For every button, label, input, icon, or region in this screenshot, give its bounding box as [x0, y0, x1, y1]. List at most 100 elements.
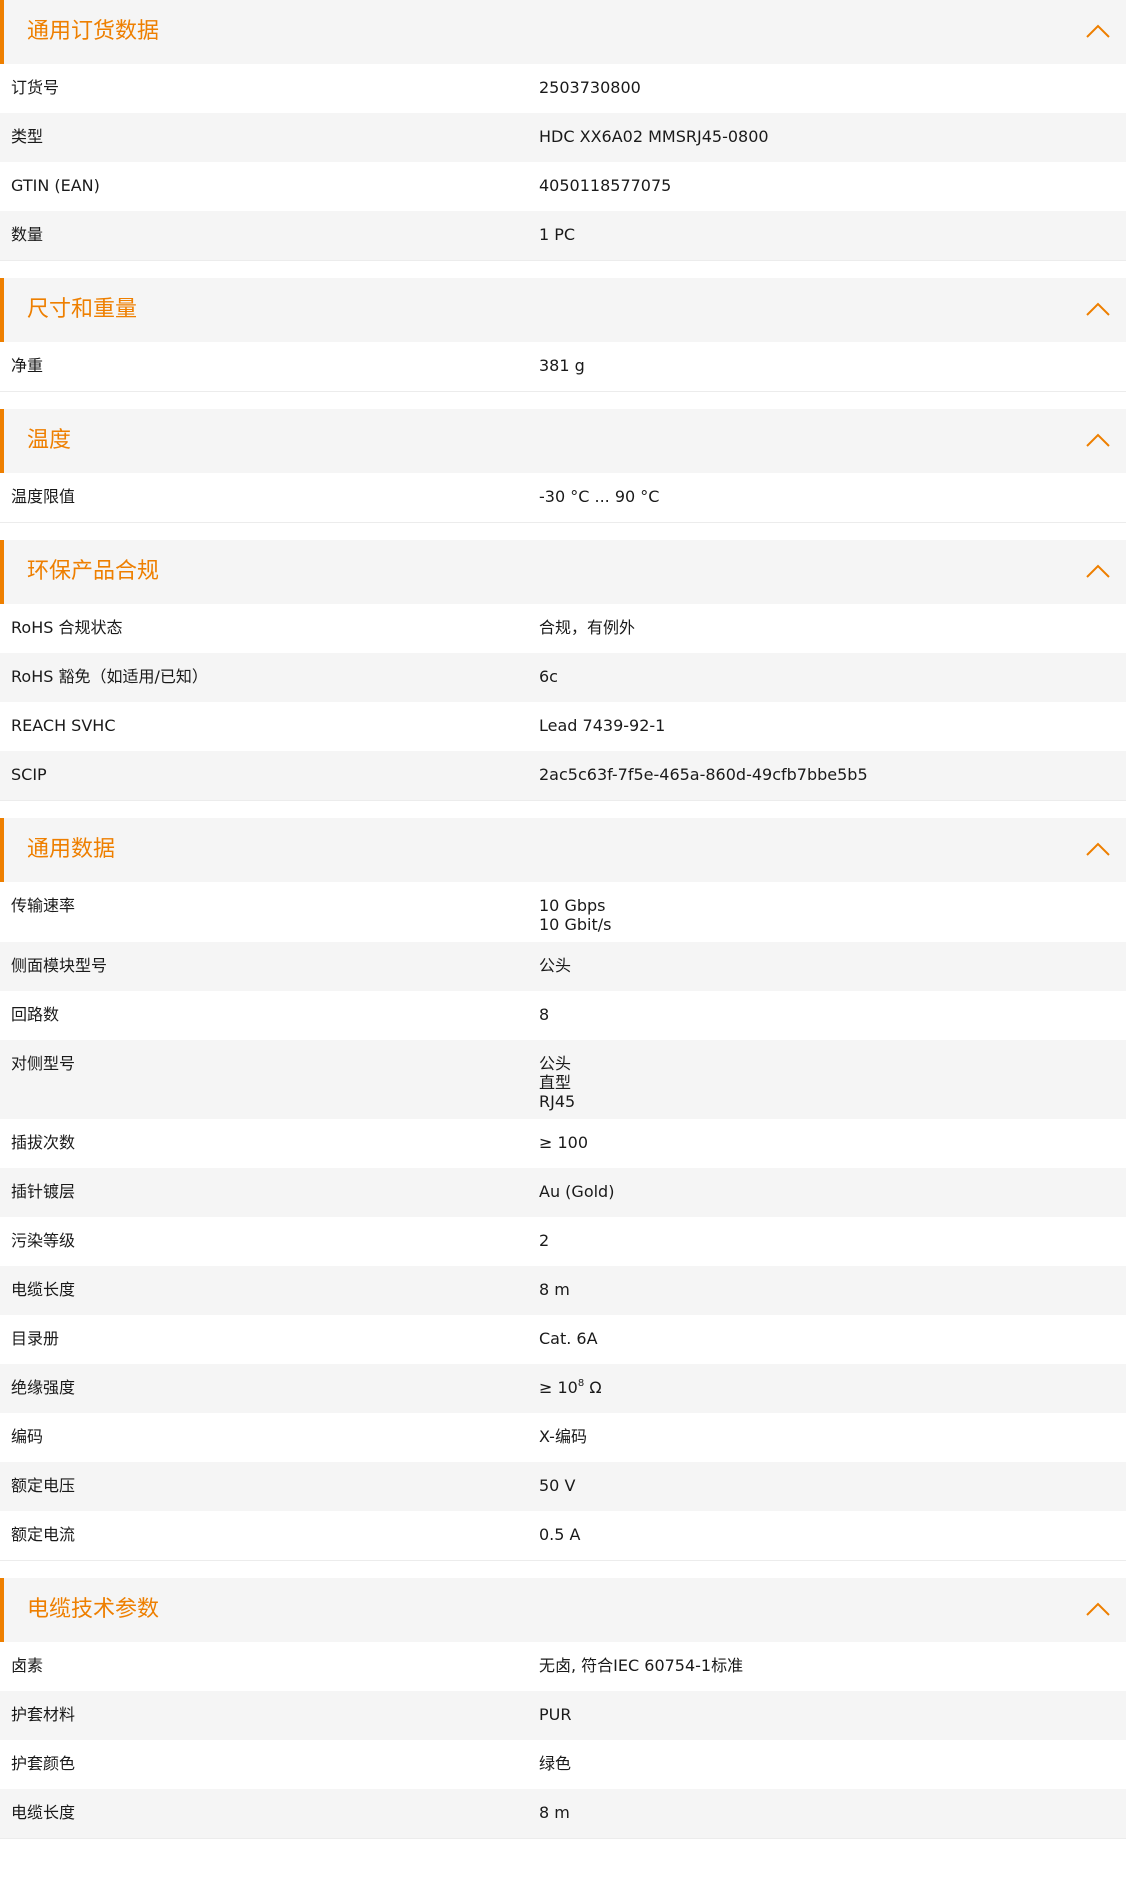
- spec-value: ≥ 100: [539, 1133, 1126, 1160]
- spec-value: 4050118577075: [539, 176, 1126, 203]
- spec-value: PUR: [539, 1705, 1126, 1732]
- spec-value-line: 1 PC: [539, 225, 1126, 244]
- spec-table: 传输速率 10 Gbps 10 Gbit/s 侧面模块型号 公头 回路数 8 对侧型号 公头 直型…: [0, 882, 1126, 1560]
- spec-table: RoHS 合规状态 合规，有例外 RoHS 豁免（如适用/已知） 6c REACH SV…: [0, 604, 1126, 800]
- spec-label: 净重: [11, 356, 44, 375]
- spec-value-line: 381 g: [539, 356, 1126, 375]
- chevron-up-icon[interactable]: [1084, 1596, 1112, 1624]
- spec-value-line: 8 m: [539, 1280, 1126, 1299]
- section-divider: [0, 1560, 1126, 1578]
- spec-value: 1 PC: [539, 225, 1126, 252]
- spec-value: Lead 7439-92-1: [539, 716, 1126, 743]
- spec-value-text: ≥ 10: [539, 1378, 578, 1397]
- spec-value-line: X-编码: [539, 1427, 1126, 1446]
- section-title: 通用数据: [27, 837, 116, 862]
- section-header-toggle[interactable]: 环保产品合规: [0, 540, 1126, 604]
- spec-value: 8: [539, 1005, 1126, 1032]
- chevron-up-icon[interactable]: [1084, 18, 1112, 46]
- spec-row: 编码 X-编码: [0, 1413, 1126, 1462]
- chevron-up-icon[interactable]: [1084, 427, 1112, 455]
- spec-row: 护套颜色 绿色: [0, 1740, 1126, 1789]
- spec-label: 侧面模块型号: [11, 956, 108, 975]
- spec-value-line: Lead 7439-92-1: [539, 716, 1126, 735]
- spec-label: 护套颜色: [11, 1754, 76, 1773]
- spec-value: -30 °C ... 90 °C: [539, 487, 1126, 514]
- spec-value-line: 6c: [539, 667, 1126, 686]
- section-header-toggle[interactable]: 尺寸和重量: [0, 278, 1126, 342]
- spec-value-text: -30 °C ... 90 °C: [539, 487, 660, 506]
- spec-value-line: RJ45: [539, 1092, 1126, 1111]
- spec-section: 通用订货数据订货号 2503730800 类型 HDC XX6A02 MMSRJ45-…: [0, 0, 1126, 278]
- spec-value-text: 6c: [539, 667, 558, 686]
- spec-row: 额定电流 0.5 A: [0, 1511, 1126, 1560]
- spec-value: 绿色: [539, 1754, 1126, 1781]
- spec-section: 电缆技术参数卤素 无卤, 符合IEC 60754-1标准护套材料 PUR 护套颜色 绿色…: [0, 1578, 1126, 1856]
- spec-value-line: 4050118577075: [539, 176, 1126, 195]
- spec-value-line: Cat. 6A: [539, 1329, 1126, 1348]
- spec-row: 卤素 无卤, 符合IEC 60754-1标准: [0, 1642, 1126, 1691]
- spec-value-text: 公头: [539, 956, 572, 975]
- spec-label: 编码: [11, 1427, 44, 1446]
- section-divider: [0, 800, 1126, 818]
- spec-value: 8 m: [539, 1803, 1126, 1830]
- spec-label: 护套材料: [11, 1705, 76, 1724]
- spec-value-line: 2503730800: [539, 78, 1126, 97]
- spec-value-text: 2ac5c63f-7f5e-465a-860d-49cfb7bbe5b5: [539, 765, 868, 784]
- spec-value-text: 2: [539, 1231, 550, 1250]
- spec-value: ≥ 108 Ω: [539, 1378, 1126, 1405]
- spec-label: 绝缘强度: [11, 1378, 76, 1397]
- chevron-up-icon[interactable]: [1084, 836, 1112, 864]
- spec-value-text: Cat. 6A: [539, 1329, 598, 1348]
- spec-value-line: 公头: [539, 956, 1126, 975]
- spec-value-line: 直型: [539, 1073, 1126, 1092]
- section-header-toggle[interactable]: 通用数据: [0, 818, 1126, 882]
- spec-row: 净重 381 g: [0, 342, 1126, 391]
- spec-value-line: 公头: [539, 1054, 1126, 1073]
- spec-value-text: HDC XX6A02 MMSRJ45-0800: [539, 127, 769, 146]
- spec-value-line: -30 °C ... 90 °C: [539, 487, 1126, 506]
- exponent: 8: [577, 1378, 585, 1389]
- spec-value-text: 无卤, 符合IEC 60754-1标准: [539, 1656, 744, 1675]
- spec-label: 额定电流: [11, 1525, 76, 1544]
- spec-label: RoHS 豁免（如适用/已知）: [11, 667, 208, 686]
- spec-label: 类型: [11, 127, 44, 146]
- spec-table: 温度限值 -30 °C ... 90 °C: [0, 473, 1126, 522]
- chevron-up-icon[interactable]: [1084, 558, 1112, 586]
- spec-value-text: 8 m: [539, 1803, 570, 1822]
- spec-row: 回路数 8: [0, 991, 1126, 1040]
- spec-row: 额定电压 50 V: [0, 1462, 1126, 1511]
- spec-label: 对侧型号: [11, 1054, 76, 1073]
- spec-label: 污染等级: [11, 1231, 76, 1250]
- spec-label: 订货号: [11, 78, 60, 97]
- spec-table: 净重 381 g: [0, 342, 1126, 391]
- chevron-up-icon[interactable]: [1084, 296, 1112, 324]
- spec-section: 通用数据 传输速率 10 Gbps 10 Gbit/s 侧面模块型号 公头 回路数 8 对侧型号…: [0, 818, 1126, 1578]
- spec-label: 数量: [11, 225, 44, 244]
- spec-value-text: 0.5 A: [539, 1525, 581, 1544]
- section-header-toggle[interactable]: 通用订货数据: [0, 0, 1126, 64]
- section-header-toggle[interactable]: 电缆技术参数: [0, 1578, 1126, 1642]
- spec-row: 温度限值 -30 °C ... 90 °C: [0, 473, 1126, 522]
- spec-value: 6c: [539, 667, 1126, 694]
- spec-value-text: 直型: [539, 1073, 572, 1092]
- spec-value: 无卤, 符合IEC 60754-1标准: [539, 1656, 1126, 1683]
- spec-label: 卤素: [11, 1656, 44, 1675]
- spec-value: 2ac5c63f-7f5e-465a-860d-49cfb7bbe5b5: [539, 765, 1126, 792]
- spec-value: 合规，有例外: [539, 618, 1126, 645]
- spec-label: 电缆长度: [11, 1803, 76, 1822]
- section-title: 电缆技术参数: [27, 1597, 160, 1622]
- unit-suffix: Ω: [584, 1378, 602, 1397]
- spec-row: 电缆长度 8 m: [0, 1266, 1126, 1315]
- spec-value-line: 无卤, 符合IEC 60754-1标准: [539, 1656, 1126, 1675]
- spec-section: 环保产品合规 RoHS 合规状态 合规，有例外 RoHS 豁免（如适用/已知） 6c RE…: [0, 540, 1126, 818]
- spec-row: 护套材料 PUR: [0, 1691, 1126, 1740]
- spec-value-text: 10 Gbit/s: [539, 915, 612, 934]
- section-header-toggle[interactable]: 温度: [0, 409, 1126, 473]
- spec-label: 电缆长度: [11, 1280, 76, 1299]
- spec-value: 2: [539, 1231, 1126, 1258]
- spec-label: RoHS 合规状态: [11, 618, 123, 637]
- spec-value-text: 2503730800: [539, 78, 641, 97]
- spec-value-line: ≥ 108 Ω: [539, 1378, 1126, 1397]
- spec-value-line: 2: [539, 1231, 1126, 1250]
- spec-row: SCIP 2ac5c63f-7f5e-465a-860d-49cfb7bbe5b5: [0, 751, 1126, 800]
